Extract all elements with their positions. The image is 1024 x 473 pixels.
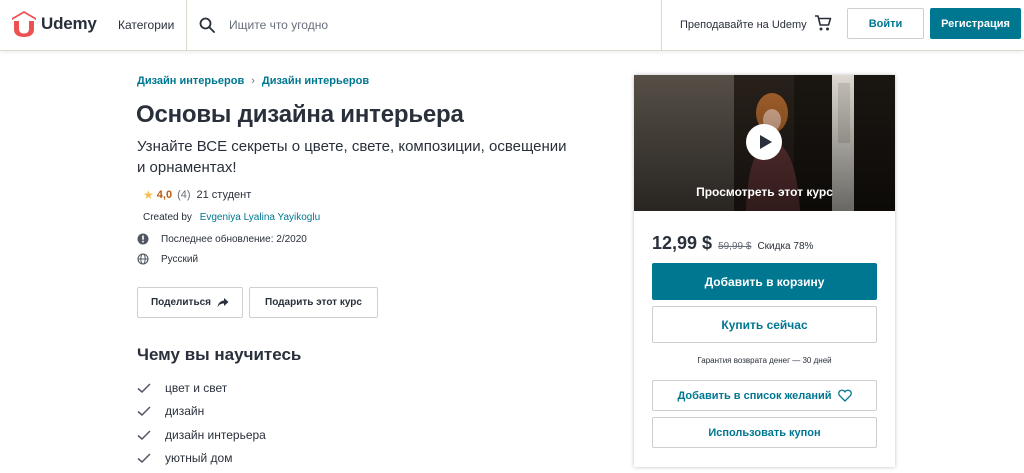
preview-label: Просмотреть этот курс <box>696 185 833 199</box>
teach-on-udemy-link[interactable]: Преподавайте на Udemy <box>680 0 807 50</box>
globe-icon <box>137 253 149 265</box>
money-back-guarantee: Гарантия возврата денег — 30 дней <box>697 356 832 365</box>
add-to-cart-button[interactable]: Добавить в корзину <box>652 263 877 300</box>
created-by-label: Created by <box>143 212 192 223</box>
wishlist-label: Добавить в список желаний <box>677 389 832 402</box>
student-count: 21 студент <box>196 189 252 201</box>
created-by: Created by Evgeniya Lyalina Yayikoglu <box>143 212 320 223</box>
list-item: дизайн <box>137 404 204 418</box>
buy-now-button[interactable]: Купить сейчас <box>652 306 877 343</box>
what-you-learn-title: Чему вы научитесь <box>137 345 302 364</box>
heart-icon <box>837 389 852 402</box>
login-button[interactable]: Войти <box>847 8 924 39</box>
rating-score: 4,0 <box>156 189 173 201</box>
cart-icon[interactable] <box>814 14 832 32</box>
signup-button[interactable]: Регистрация <box>930 8 1021 39</box>
current-price: 12,99 $ <box>652 233 713 253</box>
gift-course-button[interactable]: Подарить этот курс <box>249 287 378 318</box>
learn-item-text: дизайн интерьера <box>165 428 266 442</box>
chevron-right-icon: › <box>251 75 255 87</box>
share-button[interactable]: Поделиться <box>137 287 243 318</box>
brand-name: Udemy <box>41 14 97 33</box>
udemy-logo[interactable]: Udemy <box>10 11 97 37</box>
star-icon: ★ <box>143 188 154 202</box>
rating-count[interactable]: (4) <box>177 189 190 201</box>
discount-label: Скидка 78% <box>757 241 814 252</box>
language-text: Русский <box>161 253 199 265</box>
last-updated-text: Последнее обновление: 2/2020 <box>161 233 307 245</box>
search-input[interactable] <box>229 18 649 32</box>
share-arrow-icon <box>217 297 229 307</box>
list-item: цвет и свет <box>137 381 227 395</box>
top-navbar: Udemy Категории Преподавайте на Udemy Во… <box>0 0 1024 51</box>
breadcrumb: Дизайн интерьеров › Дизайн интерьеров <box>137 75 369 87</box>
check-icon <box>137 453 151 464</box>
last-updated: Последнее обновление: 2/2020 <box>137 233 307 245</box>
course-rating: ★ 4,0 (4) 21 студент <box>143 188 251 202</box>
apply-coupon-button[interactable]: Использовать купон <box>652 417 877 448</box>
learn-item-text: цвет и свет <box>165 381 228 395</box>
author-link[interactable]: Evgeniya Lyalina Yayikoglu <box>200 212 320 223</box>
learn-item-text: дизайн <box>165 404 205 418</box>
check-icon <box>137 406 151 417</box>
categories-menu[interactable]: Категории <box>110 0 182 50</box>
course-preview-video[interactable]: Просмотреть этот курс <box>634 75 895 211</box>
add-to-wishlist-button[interactable]: Добавить в список желаний <box>652 380 877 411</box>
list-item: дизайн интерьера <box>137 428 266 442</box>
alert-circle-icon <box>137 233 149 245</box>
search-bar <box>186 0 662 50</box>
check-icon <box>137 430 151 441</box>
course-language: Русский <box>137 253 198 265</box>
check-icon <box>137 383 151 394</box>
breadcrumb-item-subcategory[interactable]: Дизайн интерьеров <box>262 75 369 87</box>
purchase-card: Просмотреть этот курс 12,99 $ 59,99 $ Ск… <box>634 75 895 467</box>
search-icon[interactable] <box>199 17 215 33</box>
original-price: 59,99 $ <box>718 241 752 252</box>
learn-item-text: уютный дом <box>165 451 233 465</box>
play-icon[interactable] <box>746 124 782 160</box>
course-title: Основы дизайна интерьера <box>136 101 464 128</box>
list-item: уютный дом <box>137 451 232 465</box>
course-subtitle: Узнайте ВСЕ секреты о цвете, свете, комп… <box>137 138 567 176</box>
share-button-label: Поделиться <box>150 297 211 308</box>
price-row: 12,99 $ 59,99 $ Скидка 78% <box>652 233 813 254</box>
udemy-logo-icon <box>12 11 36 37</box>
breadcrumb-item-category[interactable]: Дизайн интерьеров <box>137 75 244 87</box>
